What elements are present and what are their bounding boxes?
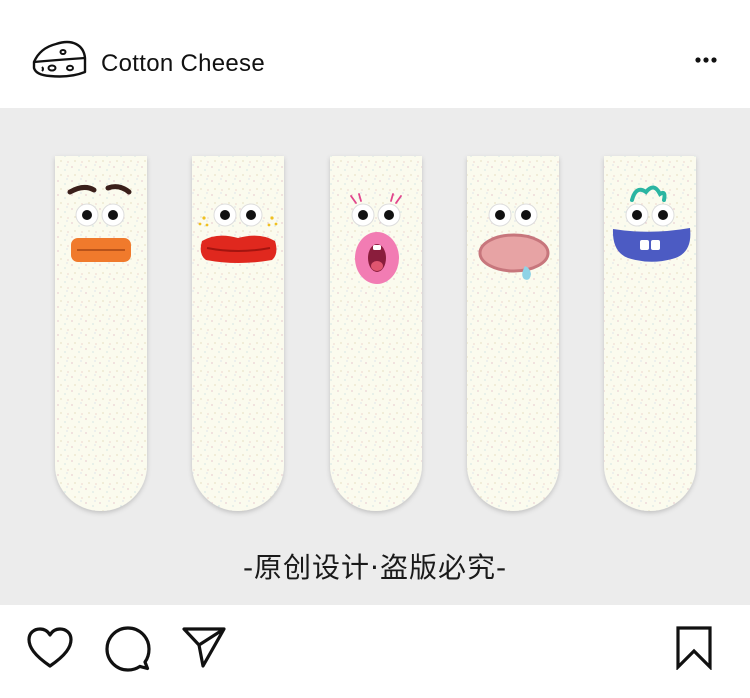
bookmark-icon[interactable] [675,626,713,670]
sock-5 [604,156,696,511]
post-image[interactable]: -原创设计·盗版必究- [0,108,750,605]
post-header: Cotton Cheese [0,0,750,108]
sock-1 [55,156,147,511]
more-options-icon[interactable] [690,48,724,72]
heart-icon[interactable] [26,626,74,670]
socks-illustration [55,156,696,511]
drooling-pink-mouth-icon [478,233,550,273]
sock-4 [467,156,559,511]
post-caption: -原创设计·盗版必究- [242,551,508,584]
comment-icon[interactable] [105,626,151,672]
sock-3 [330,156,422,511]
cheese-logo-icon[interactable] [30,38,88,82]
post-actions-bar [0,605,750,698]
account-name[interactable]: Cotton Cheese [101,50,265,78]
send-icon[interactable] [181,625,227,669]
sock-2 [192,156,284,511]
